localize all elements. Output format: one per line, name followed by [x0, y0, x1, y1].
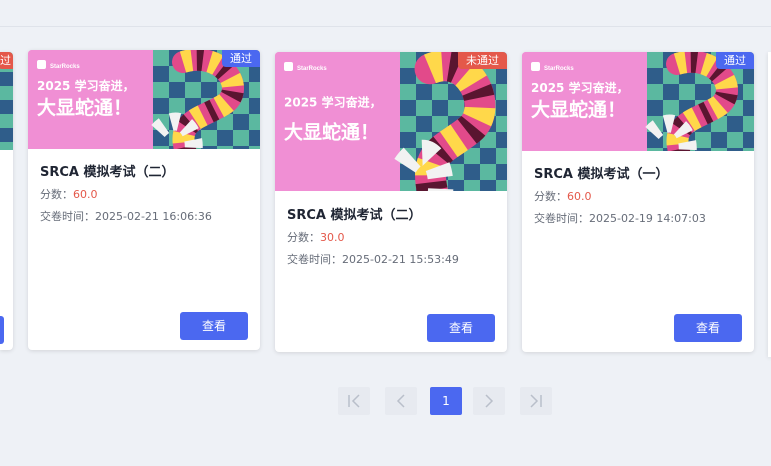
status-badge: 通过: [222, 50, 260, 67]
submit-time-row: 交卷时间：2025-02-21 15:53:49: [287, 251, 459, 267]
exam-title: SRCA 模拟考试（一）: [534, 167, 669, 182]
score-label: 分数：: [287, 231, 320, 244]
score-row: 分数：60.0: [40, 186, 98, 202]
exam-title: SRCA 模拟考试（二）: [287, 208, 422, 223]
exam-card: StarRocks 2025 学习奋进， 大显蛇通！ 通过 SRCA 模拟考试（一）…: [522, 52, 754, 352]
svg-text:2025 学习奋进，: 2025 学习奋进，: [37, 78, 135, 93]
view-button[interactable]: 查看: [180, 312, 248, 340]
header-divider: [0, 26, 771, 27]
chevron-right-icon: [485, 394, 494, 408]
svg-text:StarRocks: StarRocks: [544, 66, 574, 72]
pagination: 1: [0, 387, 771, 417]
status-badge: 通过: [716, 52, 754, 69]
next-page-button[interactable]: [473, 387, 505, 415]
partial-card-left[interactable]: 过: [0, 52, 13, 350]
first-page-button[interactable]: [338, 387, 370, 415]
view-button[interactable]: 查看: [427, 314, 495, 342]
exam-banner: StarRocks 2025 学习奋进， 大显蛇通！: [275, 52, 507, 191]
score-label: 分数：: [534, 190, 567, 203]
submit-time-label: 交卷时间：: [287, 253, 342, 266]
status-badge: 过: [0, 52, 13, 69]
first-page-icon: [348, 394, 360, 408]
svg-text:StarRocks: StarRocks: [297, 66, 327, 72]
chevron-left-icon: [396, 394, 405, 408]
svg-text:大显蛇通！: 大显蛇通！: [531, 98, 626, 121]
submit-time-row: 交卷时间：2025-02-21 16:06:36: [40, 208, 212, 224]
last-page-icon: [530, 394, 542, 408]
banner-image: StarRocks 2025 学习奋进， 大显蛇通！: [275, 52, 507, 191]
svg-text:大显蛇通！: 大显蛇通！: [284, 121, 379, 144]
status-badge: 未通过: [458, 52, 507, 69]
score-value: 60.0: [567, 190, 592, 203]
prev-page-button[interactable]: [385, 387, 417, 415]
score-label: 分数：: [40, 188, 73, 201]
exam-card: StarRocks 2025 学习奋进， 大显蛇通！ 通过 SRCA 模拟考试（二）…: [28, 50, 260, 350]
svg-text:StarRocks: StarRocks: [50, 64, 80, 70]
submit-time-value: 2025-02-19 14:07:03: [589, 212, 706, 225]
svg-text:2025 学习奋进，: 2025 学习奋进，: [284, 95, 382, 110]
submit-time-value: 2025-02-21 16:06:36: [95, 210, 212, 223]
score-value: 60.0: [73, 188, 98, 201]
last-page-button[interactable]: [520, 387, 552, 415]
score-row: 分数：60.0: [534, 188, 592, 204]
submit-time-row: 交卷时间：2025-02-19 14:07:03: [534, 210, 706, 226]
exam-card: StarRocks 2025 学习奋进， 大显蛇通！ 未通过 SRCA 模拟考试（二…: [275, 52, 507, 352]
score-value: 30.0: [320, 231, 345, 244]
view-button[interactable]: 查看: [674, 314, 742, 342]
submit-time-value: 2025-02-21 15:53:49: [342, 253, 459, 266]
svg-text:大显蛇通！: 大显蛇通！: [37, 96, 132, 119]
submit-time-label: 交卷时间：: [40, 210, 95, 223]
view-button-partial[interactable]: [0, 316, 4, 344]
svg-text:2025 学习奋进，: 2025 学习奋进，: [531, 80, 629, 95]
page-1-button[interactable]: 1: [430, 387, 462, 415]
submit-time-label: 交卷时间：: [534, 212, 589, 225]
score-row: 分数：30.0: [287, 229, 345, 245]
exam-title: SRCA 模拟考试（二）: [40, 165, 175, 180]
